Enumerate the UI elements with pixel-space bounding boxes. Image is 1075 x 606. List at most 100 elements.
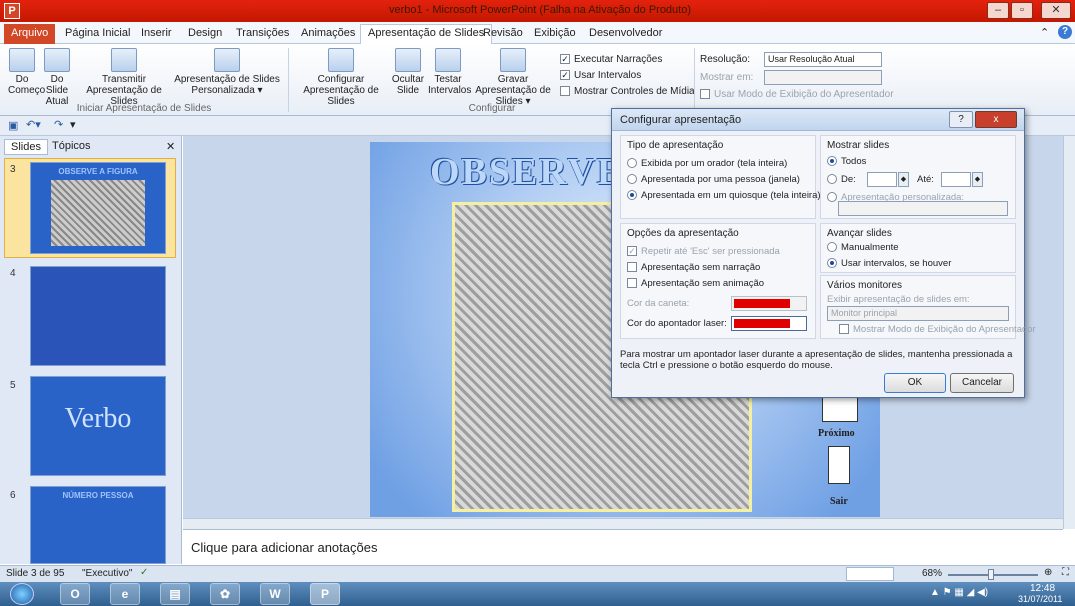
resolucao-select[interactable]: Usar Resolução Atual bbox=[764, 52, 882, 67]
broadcast-icon bbox=[111, 48, 137, 72]
do-comeco-button[interactable]: Do Começo bbox=[8, 48, 45, 96]
ocultar-slide-button[interactable]: Ocultar Slide bbox=[388, 48, 428, 96]
tray-icons[interactable]: ▲ ⚑ ▦ ◢ ◀) bbox=[930, 587, 988, 598]
usar-intervalos-radio[interactable]: Usar intervalos, se houver bbox=[827, 258, 951, 269]
tab-pagina-inicial[interactable]: Página Inicial bbox=[58, 25, 137, 43]
view-buttons[interactable] bbox=[846, 567, 894, 581]
exit-door-icon[interactable] bbox=[828, 446, 850, 484]
cor-laser-picker[interactable] bbox=[731, 316, 807, 331]
modo-apresentador-checkbox[interactable]: Usar Modo de Exibição do Apresentador bbox=[700, 89, 894, 100]
manualmente-radio[interactable]: Manualmente bbox=[827, 242, 899, 253]
redo-icon[interactable]: ↷ bbox=[54, 118, 63, 131]
mostrar-em-select[interactable] bbox=[764, 70, 882, 85]
slide-number: 6 bbox=[10, 490, 16, 501]
orador-radio[interactable]: Exibida por um orador (tela inteira) bbox=[627, 158, 787, 169]
sem-narracao-checkbox[interactable]: Apresentação sem narração bbox=[627, 262, 760, 273]
notes-pane[interactable]: Clique para adicionar anotações bbox=[183, 529, 1063, 565]
do-slide-atual-button[interactable]: Do Slide Atual bbox=[40, 48, 74, 107]
mostrar-em-label: Mostrar em: bbox=[700, 72, 754, 83]
varios-monitores-group: Vários monitores Exibir apresentação de … bbox=[820, 275, 1036, 339]
clock-date[interactable]: 31/07/2011 bbox=[1018, 594, 1062, 604]
transmitir-button[interactable]: Transmitir Apresentação de Slides bbox=[80, 48, 168, 107]
personalizada-button[interactable]: Apresentação de Slides Personalizada ▾ bbox=[172, 48, 282, 96]
windows-taskbar: O e ▤ ✿ W P ▲ ⚑ ▦ ◢ ◀) 12:48 31/07/2011 bbox=[0, 582, 1075, 606]
tab-arquivo[interactable]: Arquivo bbox=[4, 24, 56, 44]
horizontal-scrollbar[interactable] bbox=[183, 518, 1063, 529]
thumbnail-title: OBSERVE A FIGURA bbox=[58, 167, 138, 176]
cor-caneta-picker[interactable] bbox=[731, 296, 807, 311]
tab-apresentacao-de-slides[interactable]: Apresentação de Slides bbox=[360, 24, 493, 45]
pessoa-radio[interactable]: Apresentada por uma pessoa (janela) bbox=[627, 174, 800, 185]
todos-radio[interactable]: Todos bbox=[827, 156, 866, 167]
executar-narracoes-checkbox[interactable]: ✓ Executar Narrações bbox=[560, 54, 662, 65]
slide-number: 5 bbox=[10, 380, 16, 391]
testar-intervalos-button[interactable]: Testar Intervalos bbox=[428, 48, 471, 96]
ate-input[interactable] bbox=[941, 172, 971, 187]
ate-spinner[interactable]: ◆ bbox=[972, 172, 983, 187]
ok-button[interactable]: OK bbox=[884, 373, 946, 393]
tab-exibicao[interactable]: Exibição bbox=[527, 25, 583, 43]
spellcheck-icon[interactable]: ✓ bbox=[140, 567, 148, 578]
undo-icon[interactable]: ↶▾ bbox=[26, 118, 41, 131]
usar-intervalos-checkbox[interactable]: ✓ Usar Intervalos bbox=[560, 70, 641, 81]
tab-inserir[interactable]: Inserir bbox=[134, 25, 179, 43]
ie-taskbar-icon[interactable]: e bbox=[110, 583, 140, 605]
slide-thumbnail-6[interactable]: NÚMERO PESSOA bbox=[30, 486, 166, 564]
tab-desenvolvedor[interactable]: Desenvolvedor bbox=[582, 25, 669, 43]
zoom-slider-handle[interactable] bbox=[988, 569, 994, 580]
zoom-level[interactable]: 68% bbox=[922, 568, 942, 579]
ribbon-tabs: Arquivo Página Inicial Inserir Design Tr… bbox=[0, 22, 1075, 45]
clock-time[interactable]: 12:48 bbox=[1030, 583, 1055, 594]
dialog-title-bar: Configurar apresentação ? x bbox=[612, 109, 1024, 131]
word-taskbar-icon[interactable]: W bbox=[260, 583, 290, 605]
slide-thumbnail-3[interactable]: OBSERVE A FIGURA bbox=[30, 162, 166, 254]
messenger-taskbar-icon[interactable]: ✿ bbox=[210, 583, 240, 605]
theme-name[interactable]: "Executivo" bbox=[82, 568, 132, 579]
slide-thumbnail-5[interactable]: Verbo bbox=[30, 376, 166, 476]
mostrar-modo-checkbox[interactable]: Mostrar Modo de Exibição do Apresentador bbox=[839, 324, 1036, 335]
dialog-help-icon[interactable]: ? bbox=[949, 111, 973, 128]
maximize-icon[interactable]: ▫ bbox=[1011, 2, 1033, 19]
tab-revisao[interactable]: Revisão bbox=[476, 25, 530, 43]
dialog-close-icon[interactable]: x bbox=[975, 111, 1017, 128]
tipo-apresentacao-label: Tipo de apresentação bbox=[627, 140, 724, 151]
quiosque-radio[interactable]: Apresentada em um quiosque (tela inteira… bbox=[627, 190, 821, 201]
zoom-in-icon[interactable]: ⊕ bbox=[1044, 567, 1052, 578]
powerpoint-app-icon[interactable]: P bbox=[4, 3, 20, 19]
slides-panel: Slides Tópicos ✕ 3 OBSERVE A FIGURA 4 5 … bbox=[0, 136, 182, 564]
personalizada-select[interactable] bbox=[838, 201, 1008, 216]
vertical-scrollbar[interactable] bbox=[1063, 136, 1075, 529]
tab-transicoes[interactable]: Transições bbox=[229, 25, 296, 43]
sem-animacao-checkbox[interactable]: Apresentação sem animação bbox=[627, 278, 764, 289]
customize-qat-icon[interactable]: ▾ bbox=[70, 118, 76, 131]
configurar-button[interactable]: Configurar Apresentação de Slides bbox=[292, 48, 390, 107]
slide-thumbnail-4[interactable] bbox=[30, 266, 166, 366]
tab-topicos[interactable]: Tópicos bbox=[46, 139, 97, 153]
avancar-label: Avançar slides bbox=[827, 228, 892, 239]
tab-design[interactable]: Design bbox=[181, 25, 229, 43]
close-panel-icon[interactable]: ✕ bbox=[166, 140, 175, 153]
de-spinner[interactable]: ◆ bbox=[898, 172, 909, 187]
dialog-title: Configurar apresentação bbox=[620, 114, 742, 126]
tab-slides[interactable]: Slides bbox=[4, 139, 48, 155]
fit-slide-icon[interactable]: ⛶ bbox=[1062, 567, 1069, 578]
start-orb-icon[interactable] bbox=[10, 583, 34, 605]
explorer-taskbar-icon[interactable]: ▤ bbox=[160, 583, 190, 605]
de-input[interactable] bbox=[867, 172, 897, 187]
de-radio[interactable]: De: bbox=[827, 174, 856, 185]
outlook-taskbar-icon[interactable]: O bbox=[60, 583, 90, 605]
proximo-label: Próximo bbox=[818, 428, 855, 439]
gravar-button[interactable]: Gravar Apresentação de Slides ▾ bbox=[470, 48, 556, 107]
mostrar-controles-checkbox[interactable]: Mostrar Controles de Mídia bbox=[560, 86, 695, 97]
tab-animacoes[interactable]: Animações bbox=[294, 25, 362, 43]
save-icon[interactable]: ▣ bbox=[8, 119, 18, 132]
monitor-select[interactable]: Monitor principal bbox=[827, 306, 1009, 321]
close-icon[interactable]: ✕ bbox=[1041, 2, 1071, 19]
ribbon-minimize-icon[interactable]: ⌃ bbox=[1040, 26, 1049, 39]
repetir-checkbox[interactable]: ✓ Repetir até 'Esc' ser pressionada bbox=[627, 246, 780, 257]
help-icon[interactable]: ? bbox=[1058, 25, 1072, 39]
powerpoint-taskbar-icon[interactable]: P bbox=[310, 583, 340, 605]
slide-play-icon bbox=[44, 48, 70, 72]
minimize-icon[interactable]: – bbox=[987, 2, 1009, 19]
cancelar-button[interactable]: Cancelar bbox=[950, 373, 1014, 393]
